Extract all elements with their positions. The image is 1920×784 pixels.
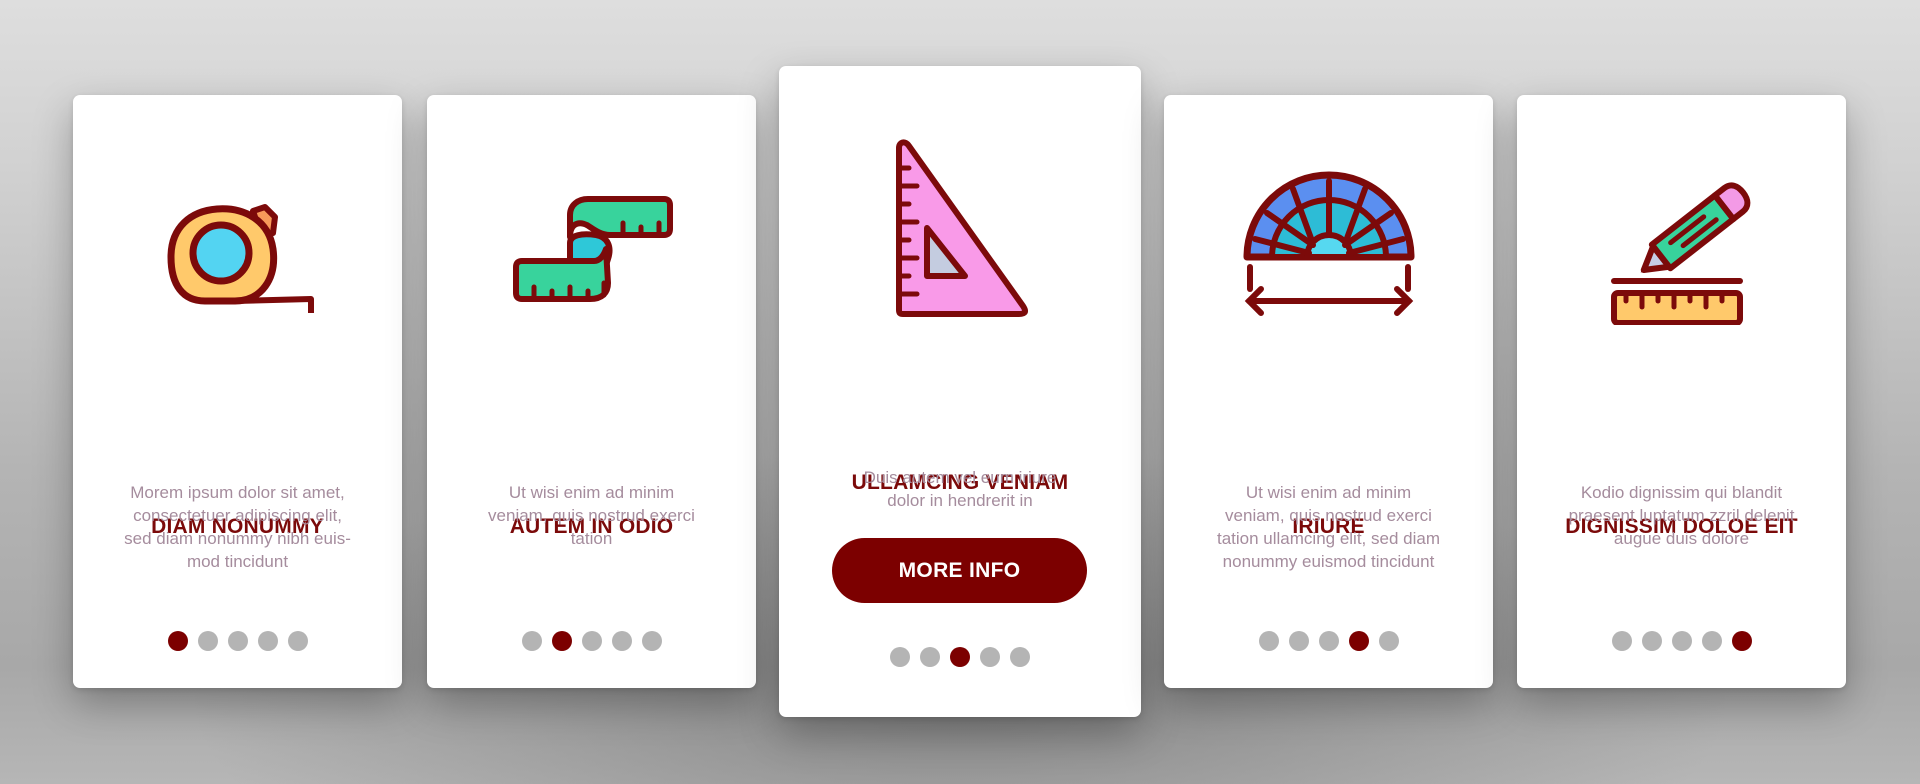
description-line: veniam, quis nostrud exerci [488,506,695,525]
more-info-button[interactable]: MORE INFO [832,538,1087,603]
description-line: Morem ipsum dolor sit amet, [130,483,345,502]
onboarding-card-3: ULLAMCING VENIAM Duis autem vel eum iriu… [779,66,1141,717]
page-dot-4-active[interactable] [1348,631,1369,651]
page-dot-5[interactable] [287,631,308,651]
card-description: Ut wisi enim ad minim veniam, quis nostr… [457,481,726,550]
pagination-dots [73,631,402,651]
page-dot-2[interactable] [1288,631,1309,651]
description-line: veniam, quis nostrud exerci [1225,506,1432,525]
page-dot-1[interactable] [1258,631,1279,651]
description-line: dolor in hendrerit in [887,491,1033,510]
page-dot-2[interactable] [1641,631,1662,651]
page-dot-4[interactable] [611,631,632,651]
card-description: Kodio dignissim qui blandit praesent lup… [1547,481,1816,550]
page-dot-5[interactable] [1010,647,1030,667]
description-line: Duis autem vel eum iriure [863,468,1057,487]
card-description: Morem ipsum dolor sit amet, consectetuer… [103,481,372,573]
description-line: tation ullamcing elit, sed diam [1216,529,1440,548]
tape-measure-icon [167,204,314,313]
page-dot-3[interactable] [1671,631,1692,651]
description-line: sed diam nonummy nibh euis- [124,529,351,548]
pagination-dots [779,647,1141,667]
page-dot-4[interactable] [980,647,1000,667]
description-line: nonummy euismod tincidunt [1222,552,1435,571]
page-dot-5[interactable] [641,631,662,651]
page-dot-4[interactable] [257,631,278,651]
onboarding-card-2: AUTEM IN ODIO Ut wisi enim ad minim veni… [427,95,756,688]
page-dot-1[interactable] [890,647,910,667]
description-line: augue duis dolore [1613,529,1750,548]
page-dot-2-active[interactable] [551,631,572,651]
page-dot-1[interactable] [521,631,542,651]
pencil-ruler-icon [1611,182,1751,325]
card-description: Ut wisi enim ad minim veniam, quis nostr… [1194,481,1463,573]
page-dot-2[interactable] [197,631,218,651]
measuring-tape-ribbon-icon [513,196,673,302]
description-line: consectetuer adipiscing elit, [133,506,342,525]
description-line: praesent luptatum zzril delenit [1568,506,1795,525]
pagination-dots [1164,631,1493,651]
set-square-icon [896,139,1029,317]
description-line: mod tincidunt [186,552,289,571]
onboarding-card-4: IRIURE Ut wisi enim ad minim veniam, qui… [1164,95,1493,688]
page-dot-3[interactable] [581,631,602,651]
page-dot-3-active[interactable] [950,647,970,667]
pagination-dots [427,631,756,651]
description-line: Kodio dignissim qui blandit [1580,483,1783,502]
card-description: Duis autem vel eum iriure dolor in hendr… [839,466,1081,512]
page-dot-5[interactable] [1378,631,1399,651]
page-dot-3[interactable] [1318,631,1339,651]
page-dot-5-active[interactable] [1731,631,1752,651]
description-line: Ut wisi enim ad minim [1245,483,1412,502]
page-dot-4[interactable] [1701,631,1722,651]
page-dot-1-active[interactable] [167,631,188,651]
onboarding-card-5: DIGNISSIM DOLOE EIT Kodio dignissim qui … [1517,95,1846,688]
page-dot-3[interactable] [227,631,248,651]
pagination-dots [1517,631,1846,651]
page-dot-1[interactable] [1611,631,1632,651]
description-line: Ut wisi enim ad minim [508,483,675,502]
description-line: tation [570,529,613,548]
page-dot-2[interactable] [920,647,940,667]
protractor-icon [1243,171,1415,316]
onboarding-card-1: DIAM NONUMMY Morem ipsum dolor sit amet,… [73,95,402,688]
